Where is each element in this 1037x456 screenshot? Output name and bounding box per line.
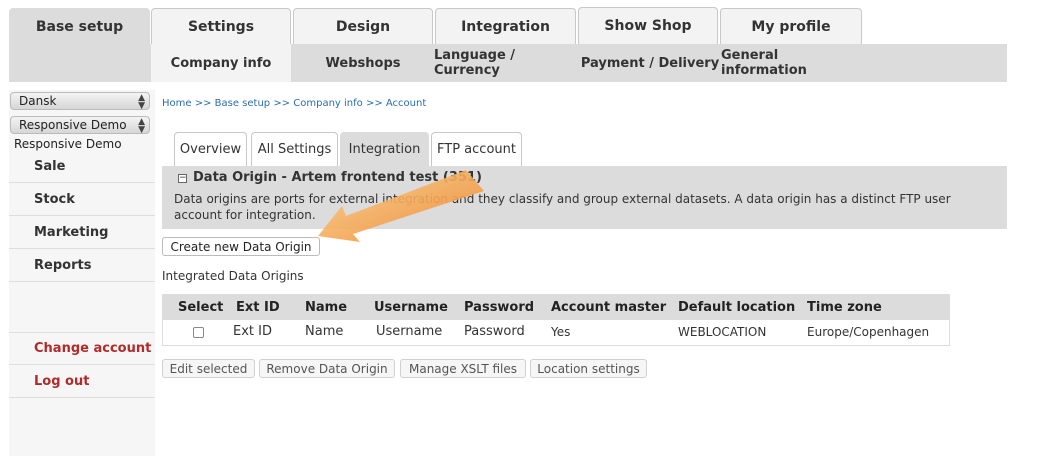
sidebar-item-change-account[interactable]: Change account: [9, 332, 155, 365]
select-arrows-icon: ▲ ▼: [138, 93, 145, 111]
data-origin-title-text: Data Origin - Artem frontend test (351): [193, 170, 482, 185]
cell-account-master: Yes: [551, 325, 571, 339]
tab-my-profile[interactable]: My profile: [720, 8, 862, 44]
inner-tab-all-settings[interactable]: All Settings: [251, 132, 338, 166]
data-origin-description: Data origins are ports for external inte…: [174, 192, 951, 222]
subtab-general-information[interactable]: General information: [721, 44, 863, 82]
integrated-origins-label: Integrated Data Origins: [162, 269, 304, 283]
subtab-language-currency[interactable]: Language / Currency: [434, 44, 578, 82]
tab-design[interactable]: Design: [293, 8, 433, 44]
inner-tab-overview[interactable]: Overview: [174, 132, 247, 166]
shop-name-label: Responsive Demo: [14, 137, 122, 151]
breadcrumb[interactable]: Home >> Base setup >> Company info >> Ac…: [162, 98, 426, 109]
language-select[interactable]: Dansk ▲ ▼: [10, 92, 150, 111]
manage-xslt-button[interactable]: Manage XSLT files: [400, 359, 526, 378]
tab-integration[interactable]: Integration: [435, 8, 576, 44]
sidebar-item-reports[interactable]: Reports: [9, 249, 155, 282]
create-data-origin-button[interactable]: Create new Data Origin: [162, 237, 320, 256]
sidebar-item-stock[interactable]: Stock: [9, 183, 155, 216]
remove-data-origin-button[interactable]: Remove Data Origin: [259, 359, 395, 378]
edit-selected-button[interactable]: Edit selected: [162, 359, 255, 378]
cell-name: Name: [305, 324, 344, 339]
cell-time-zone: Europe/Copenhagen: [807, 325, 930, 339]
sidebar-item-marketing[interactable]: Marketing: [9, 216, 155, 249]
col-header-ext-id: Ext ID: [236, 300, 280, 315]
col-header-name: Name: [305, 300, 348, 315]
tab-show-shop[interactable]: Show Shop: [578, 7, 718, 44]
col-header-time-zone: Time zone: [807, 300, 882, 315]
col-header-username: Username: [374, 300, 448, 315]
shop-select-value: Responsive Demo: [19, 118, 127, 132]
cell-username: Username: [376, 324, 443, 339]
col-header-password: Password: [464, 300, 535, 315]
top-tab-bar: Base setup Settings Design Integration S…: [0, 0, 1037, 44]
inner-tab-integration[interactable]: Integration: [340, 132, 429, 166]
col-header-account-master: Account master: [551, 300, 667, 315]
tab-settings[interactable]: Settings: [151, 8, 291, 44]
row-select-checkbox[interactable]: [193, 327, 204, 338]
col-header-default-location: Default location: [678, 300, 796, 315]
col-header-select: Select: [178, 300, 224, 315]
subtab-payment-delivery[interactable]: Payment / Delivery: [580, 44, 720, 82]
data-origin-title[interactable]: − Data Origin - Artem frontend test (351): [178, 170, 482, 185]
shop-select[interactable]: Responsive Demo ▲ ▼: [10, 116, 150, 135]
select-arrows-icon: ▲ ▼: [138, 117, 145, 135]
cell-ext-id: Ext ID: [233, 324, 272, 339]
subtab-company-info[interactable]: Company info: [151, 44, 291, 82]
cell-password: Password: [464, 324, 525, 339]
tab-base-setup[interactable]: Base setup: [9, 8, 150, 44]
app-root: Base setup Settings Design Integration S…: [0, 0, 1037, 456]
sidebar-item-log-out[interactable]: Log out: [9, 365, 155, 398]
data-origin-panel: − Data Origin - Artem frontend test (351)…: [162, 166, 1007, 229]
inner-tab-ftp-account[interactable]: FTP account: [431, 132, 522, 166]
collapse-icon[interactable]: −: [178, 174, 187, 183]
subtab-webshops[interactable]: Webshops: [293, 44, 433, 82]
location-settings-button[interactable]: Location settings: [530, 359, 647, 378]
language-select-value: Dansk: [19, 94, 57, 108]
sidebar-item-sale[interactable]: Sale: [9, 150, 155, 183]
cell-default-location: WEBLOCATION: [678, 325, 767, 339]
